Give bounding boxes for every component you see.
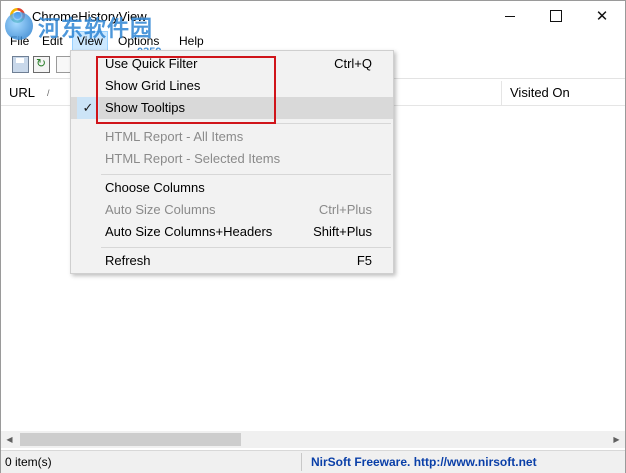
scroll-right-icon[interactable]: ▶ xyxy=(608,431,625,448)
horizontal-scrollbar[interactable]: ◀ ▶ xyxy=(1,431,625,448)
scroll-left-icon[interactable]: ◀ xyxy=(1,431,18,448)
maximize-button[interactable] xyxy=(533,1,579,31)
maximize-icon xyxy=(550,10,562,22)
menu-auto-size-columns[interactable]: Auto Size Columns Ctrl+Plus xyxy=(71,199,393,221)
menu-html-report-selected[interactable]: HTML Report - Selected Items xyxy=(71,148,393,170)
scrollbar-thumb[interactable] xyxy=(20,433,241,446)
menu-separator xyxy=(101,174,391,175)
nirsoft-link[interactable]: NirSoft Freeware. http://www.nirsoft.net xyxy=(311,455,537,469)
column-url-label: URL xyxy=(9,85,36,100)
item-count: 0 item(s) xyxy=(5,455,52,469)
close-icon: ✕ xyxy=(595,8,609,25)
sort-indicator-icon: / xyxy=(47,88,50,98)
menu-refresh[interactable]: Refresh F5 xyxy=(71,250,393,272)
highlight-annotation-box xyxy=(96,56,276,124)
menu-help[interactable]: Help xyxy=(175,31,208,52)
watermark-logo-icon xyxy=(5,12,33,40)
save-icon[interactable] xyxy=(12,56,29,73)
menu-auto-size-columns-headers[interactable]: Auto Size Columns+Headers Shift+Plus xyxy=(71,221,393,243)
column-header-visited-on[interactable]: Visited On xyxy=(501,81,597,105)
close-button[interactable]: ✕ xyxy=(579,1,625,31)
minimize-button[interactable] xyxy=(487,1,533,31)
status-divider xyxy=(301,453,302,471)
status-bar: 0 item(s) NirSoft Freeware. http://www.n… xyxy=(1,450,625,473)
menu-separator xyxy=(101,247,391,248)
watermark-text: 河东软件园 xyxy=(38,17,154,42)
menu-choose-columns[interactable]: Choose Columns xyxy=(71,177,393,199)
column-header-url[interactable]: URL / xyxy=(1,81,71,105)
column-visited-label: Visited On xyxy=(510,85,570,100)
refresh-icon[interactable] xyxy=(33,56,50,73)
minimize-icon xyxy=(505,15,515,17)
menu-html-report-all[interactable]: HTML Report - All Items xyxy=(71,126,393,148)
